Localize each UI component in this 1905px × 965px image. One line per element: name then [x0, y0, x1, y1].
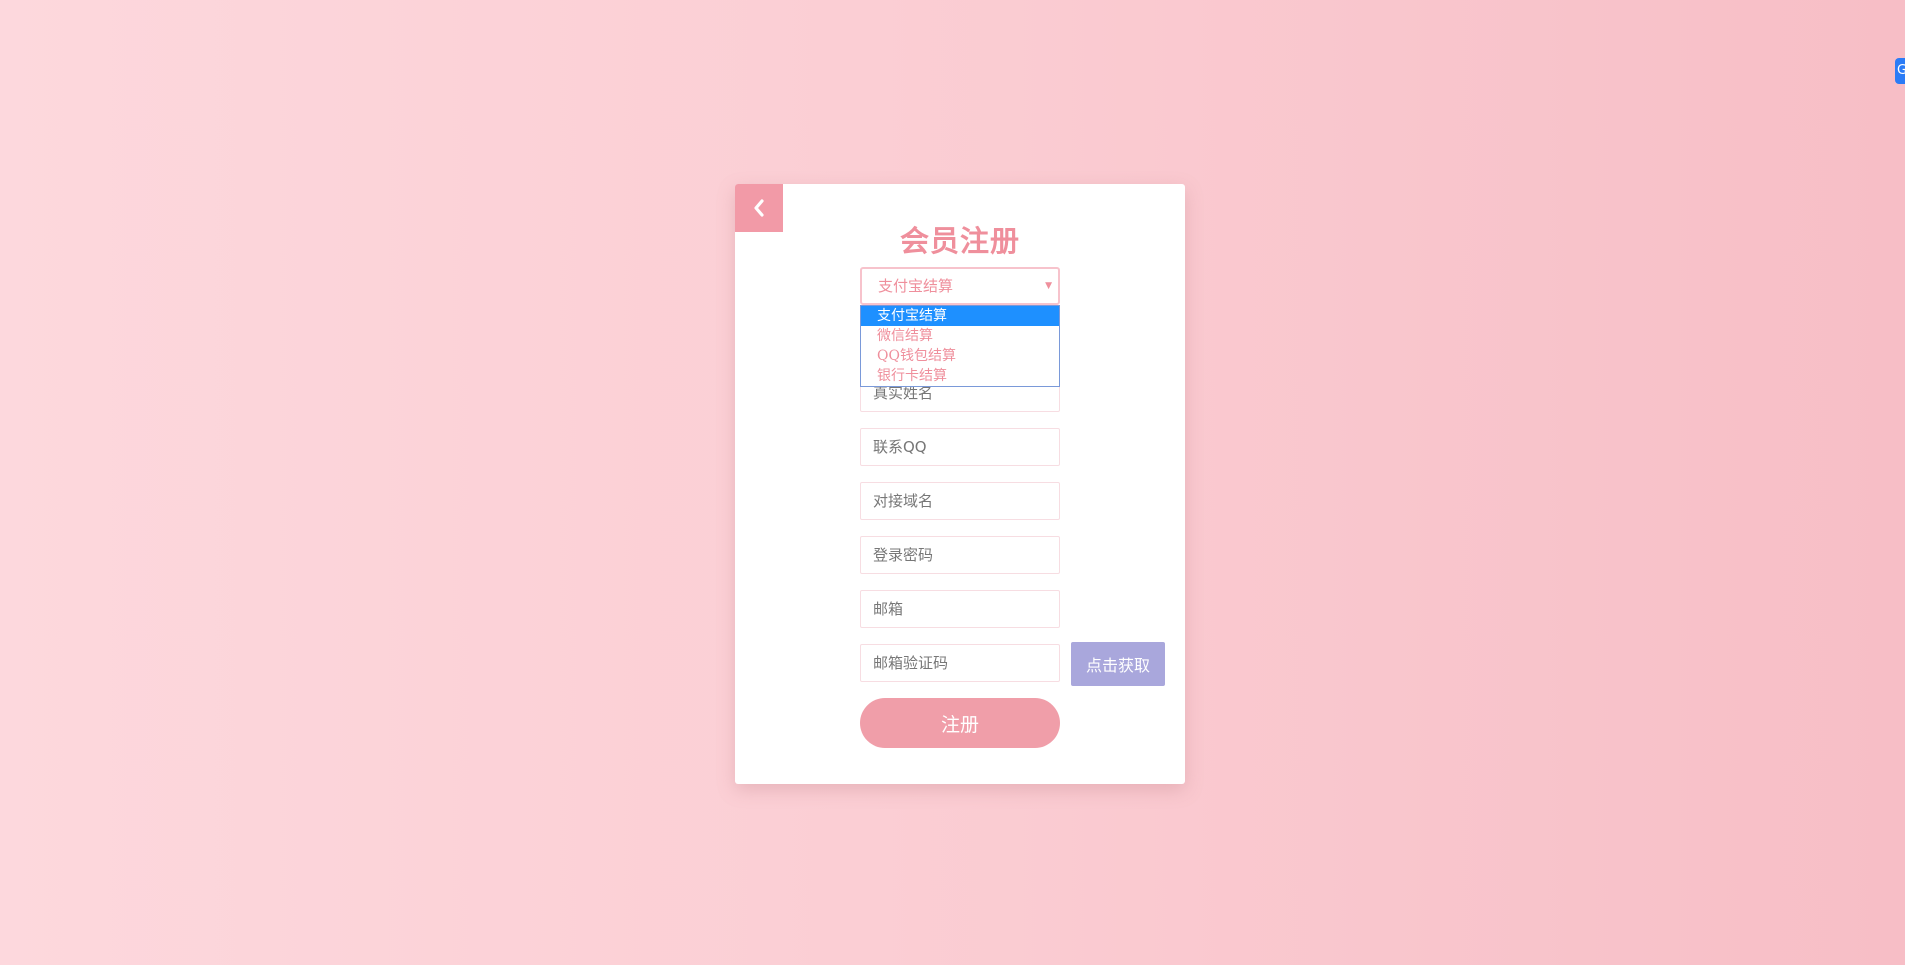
register-card: 会员注册 支付宝结算 ▼ 支付宝结算 微信结算 QQ钱包结算 银行卡结算 点击获… [735, 184, 1185, 784]
email-input[interactable] [860, 590, 1060, 628]
chevron-left-icon [754, 199, 764, 217]
settlement-option-alipay[interactable]: 支付宝结算 [861, 306, 1059, 326]
get-code-button[interactable]: 点击获取 [1071, 642, 1165, 686]
settlement-option-wechat[interactable]: 微信结算 [861, 326, 1059, 346]
email-code-input[interactable] [860, 644, 1060, 682]
chevron-down-icon: ▼ [1045, 281, 1052, 291]
domain-input[interactable] [860, 482, 1060, 520]
settlement-selected-value: 支付宝结算 [878, 277, 954, 295]
register-button[interactable]: 注册 [860, 698, 1060, 748]
settlement-dropdown: 支付宝结算 微信结算 QQ钱包结算 银行卡结算 [860, 305, 1060, 387]
page-title: 会员注册 [899, 224, 1020, 258]
settlement-select[interactable]: 支付宝结算 ▼ [860, 267, 1060, 305]
qq-input[interactable] [860, 428, 1060, 466]
settlement-option-bank-card[interactable]: 银行卡结算 [861, 366, 1059, 386]
settlement-option-qq-wallet[interactable]: QQ钱包结算 [861, 346, 1059, 366]
side-float-tab[interactable]: G [1895, 58, 1905, 84]
password-input[interactable] [860, 536, 1060, 574]
